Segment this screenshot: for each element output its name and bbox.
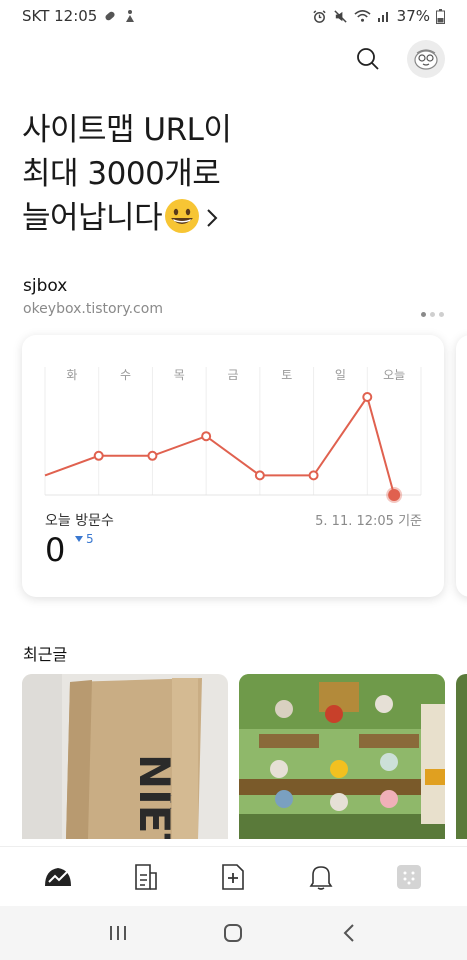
nav-notification-button[interactable] [301, 857, 341, 897]
search-button[interactable] [355, 46, 381, 72]
pill-icon [105, 11, 115, 21]
visitor-stats-card[interactable]: 화 수 목 금 토 일 오늘 오늘 방문수 5. 11. 12:05 기준 0 5 [22, 335, 444, 597]
wifi-icon [354, 10, 371, 22]
chevron-right-icon [207, 209, 218, 227]
pager-dot-active [421, 312, 426, 317]
status-left: SKT 12:05 [22, 7, 137, 25]
battery-percent: 37% [396, 7, 430, 25]
grinning-face-icon [165, 199, 200, 233]
chart-day-label: 목 [174, 368, 185, 382]
battery-icon [436, 8, 445, 24]
chart-day-label: 토 [281, 368, 292, 382]
today-visitors-label: 오늘 방문수 [45, 513, 114, 529]
pager-dot [439, 312, 444, 317]
headline-line-1: 사이트맵 URL이 [22, 112, 232, 148]
figure-icon [126, 10, 135, 22]
chart-point [201, 431, 212, 442]
alarm-icon [313, 9, 326, 23]
search-icon [357, 48, 379, 70]
status-bar: SKT 12:05 37% [0, 0, 467, 32]
pager-dots [421, 312, 444, 317]
chart-point [147, 450, 158, 461]
back-button[interactable] [327, 913, 371, 953]
recent-post-card-peek[interactable] [456, 674, 467, 839]
svg-text:· · ·: · · · [164, 794, 175, 810]
post-thumbnail-image [239, 674, 445, 839]
chart-point [254, 470, 265, 481]
headline-line-3: 늘어납니다 [22, 200, 163, 236]
recent-post-card[interactable]: NIET · · · [22, 674, 228, 839]
status-right: 37% [312, 7, 445, 25]
chart-day-label: 일 [335, 368, 346, 382]
pager-dot [430, 312, 435, 317]
home-button[interactable] [211, 913, 255, 953]
signal-icon [377, 12, 388, 22]
blog-name[interactable]: sjbox [23, 276, 67, 296]
home-icon [224, 924, 243, 942]
more-icon [397, 864, 422, 889]
chart-series-line [44, 394, 396, 496]
post-thumbnail-image: NIET · · · [22, 674, 228, 839]
nav-posts-button[interactable] [126, 857, 166, 897]
new-post-icon [222, 863, 245, 890]
chart-point [308, 470, 319, 481]
visitor-change-value: 5 [86, 532, 94, 546]
triangle-down-icon [75, 536, 83, 542]
visitor-change: 5 [75, 532, 94, 546]
bottom-nav [0, 846, 467, 906]
headline-line-3-wrap: 늘어납니다 [22, 196, 442, 240]
posts-icon [134, 863, 157, 890]
chart-day-label: 수 [120, 368, 131, 382]
profile-avatar-icon [414, 49, 438, 70]
stats-timestamp: 5. 11. 12:05 기준 [315, 514, 422, 529]
stats-icon [44, 867, 71, 886]
recent-post-card[interactable] [239, 674, 445, 839]
mute-icon [334, 9, 347, 23]
blog-url: okeybox.tistory.com [23, 301, 163, 317]
system-nav-bar [0, 906, 467, 960]
nav-new-post-button[interactable] [213, 857, 253, 897]
chart-day-label: 금 [227, 368, 238, 382]
next-stats-card[interactable] [456, 335, 467, 597]
back-icon [343, 924, 354, 942]
chart-point [93, 450, 104, 461]
featured-headline[interactable]: 사이트맵 URL이 최대 3000개로 늘어납니다 [22, 108, 442, 240]
nav-more-button[interactable] [389, 857, 429, 897]
chart-day-label: 오늘 [383, 368, 405, 382]
today-visitor-count: 0 [45, 531, 66, 569]
headline-line-2: 최대 3000개로 [22, 156, 221, 192]
chart-day-label: 화 [66, 368, 77, 382]
avatar[interactable] [407, 40, 445, 78]
chart-point [388, 489, 401, 501]
bell-icon [309, 865, 333, 890]
app-bar [355, 40, 445, 78]
recent-posts-title: 최근글 [23, 645, 68, 664]
visitor-line-chart: 화 수 목 금 토 일 오늘 [44, 367, 422, 503]
nav-stats-button[interactable] [38, 857, 78, 897]
recent-apps-icon [109, 926, 126, 940]
recent-apps-button[interactable] [96, 913, 140, 953]
carrier-time: SKT 12:05 [22, 7, 98, 25]
chart-point [362, 392, 373, 402]
